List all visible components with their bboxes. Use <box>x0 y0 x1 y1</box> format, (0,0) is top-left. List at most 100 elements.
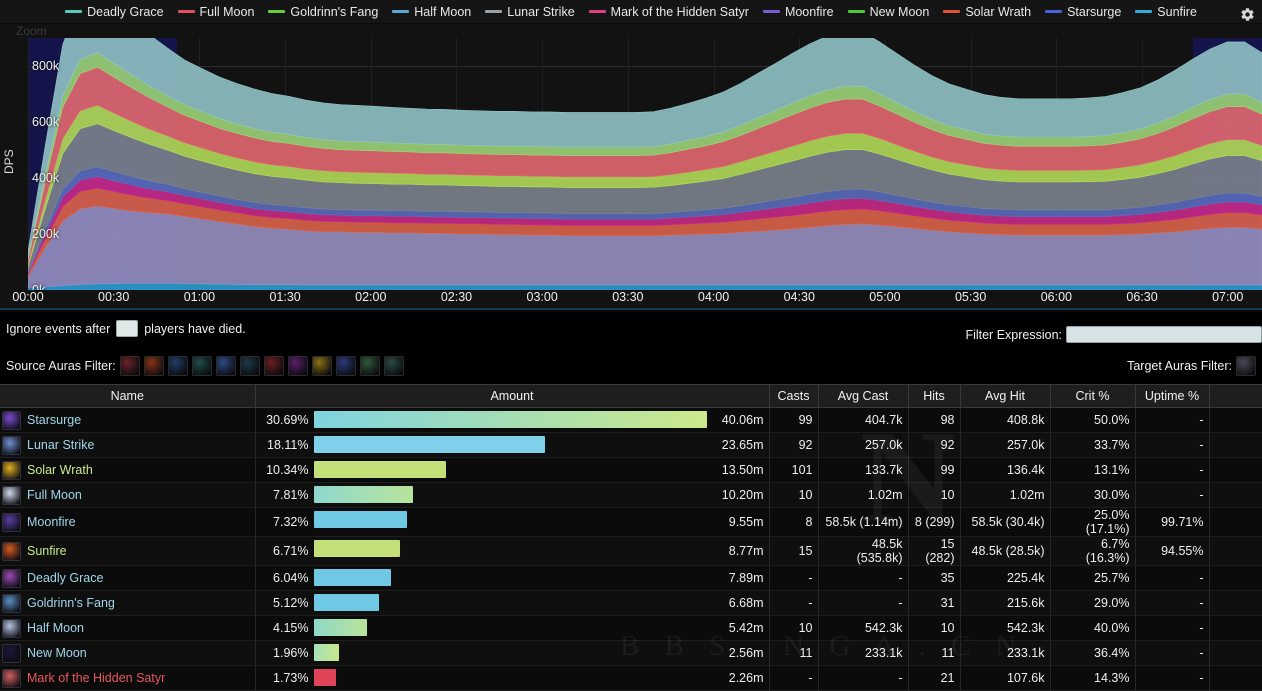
cell-amount[interactable]: 4.15%5.42m <box>255 616 769 641</box>
aura-icon-1[interactable] <box>120 356 140 376</box>
chart-plot-area[interactable]: 0k200k400k600k800k <box>28 38 1262 290</box>
cell-amount[interactable]: 7.81%10.20m <box>255 483 769 508</box>
cell-amount[interactable]: 6.71%8.77m <box>255 537 769 566</box>
cell-amount[interactable]: 5.12%6.68m <box>255 591 769 616</box>
table-row[interactable]: New Moon1.96%2.56m11233.1k11233.1k36.4%- <box>0 641 1262 666</box>
cell-avg-cast: 542.3k <box>818 616 908 641</box>
legend-item-sunfire[interactable]: Sunfire <box>1135 5 1197 19</box>
cell-name[interactable]: Lunar Strike <box>0 433 255 458</box>
cell-name[interactable]: Full Moon <box>0 483 255 508</box>
column-header-avg-cast[interactable]: Avg Cast <box>818 385 908 408</box>
table-row[interactable]: Starsurge30.69%40.06m99404.7k98408.8k50.… <box>0 408 1262 433</box>
column-header-name[interactable]: Name <box>0 385 255 408</box>
ability-name-label: Mark of the Hidden Satyr <box>27 671 165 685</box>
table-row[interactable]: Goldrinn's Fang5.12%6.68m--31215.6k29.0%… <box>0 591 1262 616</box>
cell-hits: 8 (299) <box>908 508 960 537</box>
column-header-avg-hit[interactable]: Avg Hit <box>960 385 1050 408</box>
target-aura-icon-1[interactable] <box>1236 356 1256 376</box>
cell-name[interactable]: Starsurge <box>0 408 255 433</box>
cell-amount[interactable]: 18.11%23.65m <box>255 433 769 458</box>
gear-icon[interactable] <box>1236 3 1258 25</box>
aura-icon-6[interactable] <box>240 356 260 376</box>
legend-swatch-icon <box>65 10 82 13</box>
amount-value-label: 23.65m <box>707 438 769 452</box>
legend-item-mark-of-the-hidden-satyr[interactable]: Mark of the Hidden Satyr <box>589 5 749 19</box>
cell-name[interactable]: Half Moon <box>0 616 255 641</box>
legend-item-lunar-strike[interactable]: Lunar Strike <box>485 5 574 19</box>
died-players-count-input[interactable] <box>116 320 138 337</box>
cell-crit-percent: 50.0% <box>1050 408 1135 433</box>
cell-casts: 15 <box>769 537 818 566</box>
cell-hits: 99 <box>908 458 960 483</box>
legend-item-full-moon[interactable]: Full Moon <box>178 5 255 19</box>
cell-amount[interactable]: 7.32%9.55m <box>255 508 769 537</box>
legend-item-half-moon[interactable]: Half Moon <box>392 5 471 19</box>
filter-expression-input[interactable] <box>1066 326 1262 343</box>
cell-uptime-percent: - <box>1135 666 1209 691</box>
amount-bar-fill <box>314 411 707 428</box>
cell-name[interactable]: Sunfire <box>0 537 255 566</box>
legend-item-goldrinn-s-fang[interactable]: Goldrinn's Fang <box>268 5 378 19</box>
legend-item-moonfire[interactable]: Moonfire <box>763 5 834 19</box>
legend-item-new-moon[interactable]: New Moon <box>848 5 930 19</box>
cell-amount[interactable]: 6.04%7.89m <box>255 566 769 591</box>
spell-icon <box>2 669 21 688</box>
cell-uptime-percent: - <box>1135 458 1209 483</box>
legend-item-solar-wrath[interactable]: Solar Wrath <box>943 5 1031 19</box>
legend-item-deadly-grace[interactable]: Deadly Grace <box>65 5 163 19</box>
table-row[interactable]: Half Moon4.15%5.42m10542.3k10542.3k40.0%… <box>0 616 1262 641</box>
column-header-uptime-[interactable]: Uptime % <box>1135 385 1209 408</box>
aura-icon-12[interactable] <box>384 356 404 376</box>
cell-amount[interactable]: 10.34%13.50m <box>255 458 769 483</box>
x-tick-label: 00:30 <box>98 290 129 304</box>
cell-name[interactable]: Solar Wrath <box>0 458 255 483</box>
amount-percent-label: 7.32% <box>256 515 314 529</box>
legend-item-label: Mark of the Hidden Satyr <box>611 5 749 19</box>
table-row[interactable]: Sunfire6.71%8.77m1548.5k (535.8k)15 (282… <box>0 537 1262 566</box>
amount-bar-fill <box>314 540 400 557</box>
table-row[interactable]: Lunar Strike18.11%23.65m92257.0k92257.0k… <box>0 433 1262 458</box>
aura-icon-11[interactable] <box>360 356 380 376</box>
cell-casts: - <box>769 566 818 591</box>
table-row[interactable]: Moonfire7.32%9.55m858.5k (1.14m)8 (299)5… <box>0 508 1262 537</box>
column-header-casts[interactable]: Casts <box>769 385 818 408</box>
table-row[interactable]: Full Moon7.81%10.20m101.02m101.02m30.0%- <box>0 483 1262 508</box>
table-row[interactable]: Deadly Grace6.04%7.89m--35225.4k25.7%- <box>0 566 1262 591</box>
cell-amount[interactable]: 1.96%2.56m <box>255 641 769 666</box>
aura-icon-8[interactable] <box>288 356 308 376</box>
cell-amount[interactable]: 30.69%40.06m <box>255 408 769 433</box>
amount-bar-track <box>314 616 707 640</box>
aura-icon-4[interactable] <box>192 356 212 376</box>
table-row[interactable]: Mark of the Hidden Satyr1.73%2.26m--2110… <box>0 666 1262 691</box>
x-tick-label: 05:00 <box>869 290 900 304</box>
amount-percent-label: 1.73% <box>256 671 314 685</box>
aura-icon-2[interactable] <box>144 356 164 376</box>
cell-name[interactable]: Moonfire <box>0 508 255 537</box>
cell-name[interactable]: New Moon <box>0 641 255 666</box>
cell-avg-hit: 257.0k <box>960 433 1050 458</box>
aura-icon-7[interactable] <box>264 356 284 376</box>
cell-name[interactable]: Deadly Grace <box>0 566 255 591</box>
cell-avg-cast: 133.7k <box>818 458 908 483</box>
aura-icon-9[interactable] <box>312 356 332 376</box>
legend-item-starsurge[interactable]: Starsurge <box>1045 5 1121 19</box>
ability-name-label: Lunar Strike <box>27 438 94 452</box>
column-header-crit-[interactable]: Crit % <box>1050 385 1135 408</box>
aura-icon-10[interactable] <box>336 356 356 376</box>
ignore-events-prefix-label: Ignore events after <box>6 322 110 336</box>
ability-name-label: Starsurge <box>27 413 81 427</box>
column-header-hits[interactable]: Hits <box>908 385 960 408</box>
cell-casts: 92 <box>769 433 818 458</box>
table-row[interactable]: Solar Wrath10.34%13.50m101133.7k99136.4k… <box>0 458 1262 483</box>
aura-icon-5[interactable] <box>216 356 236 376</box>
amount-bar-track <box>314 458 707 482</box>
cell-crit-percent: 13.1% <box>1050 458 1135 483</box>
spell-icon <box>2 619 21 638</box>
column-header-amount[interactable]: Amount <box>255 385 769 408</box>
aura-icon-3[interactable] <box>168 356 188 376</box>
cell-amount[interactable]: 1.73%2.26m <box>255 666 769 691</box>
spell-icon <box>2 644 21 663</box>
column-header-overflow[interactable] <box>1209 385 1262 408</box>
cell-name[interactable]: Goldrinn's Fang <box>0 591 255 616</box>
cell-name[interactable]: Mark of the Hidden Satyr <box>0 666 255 691</box>
